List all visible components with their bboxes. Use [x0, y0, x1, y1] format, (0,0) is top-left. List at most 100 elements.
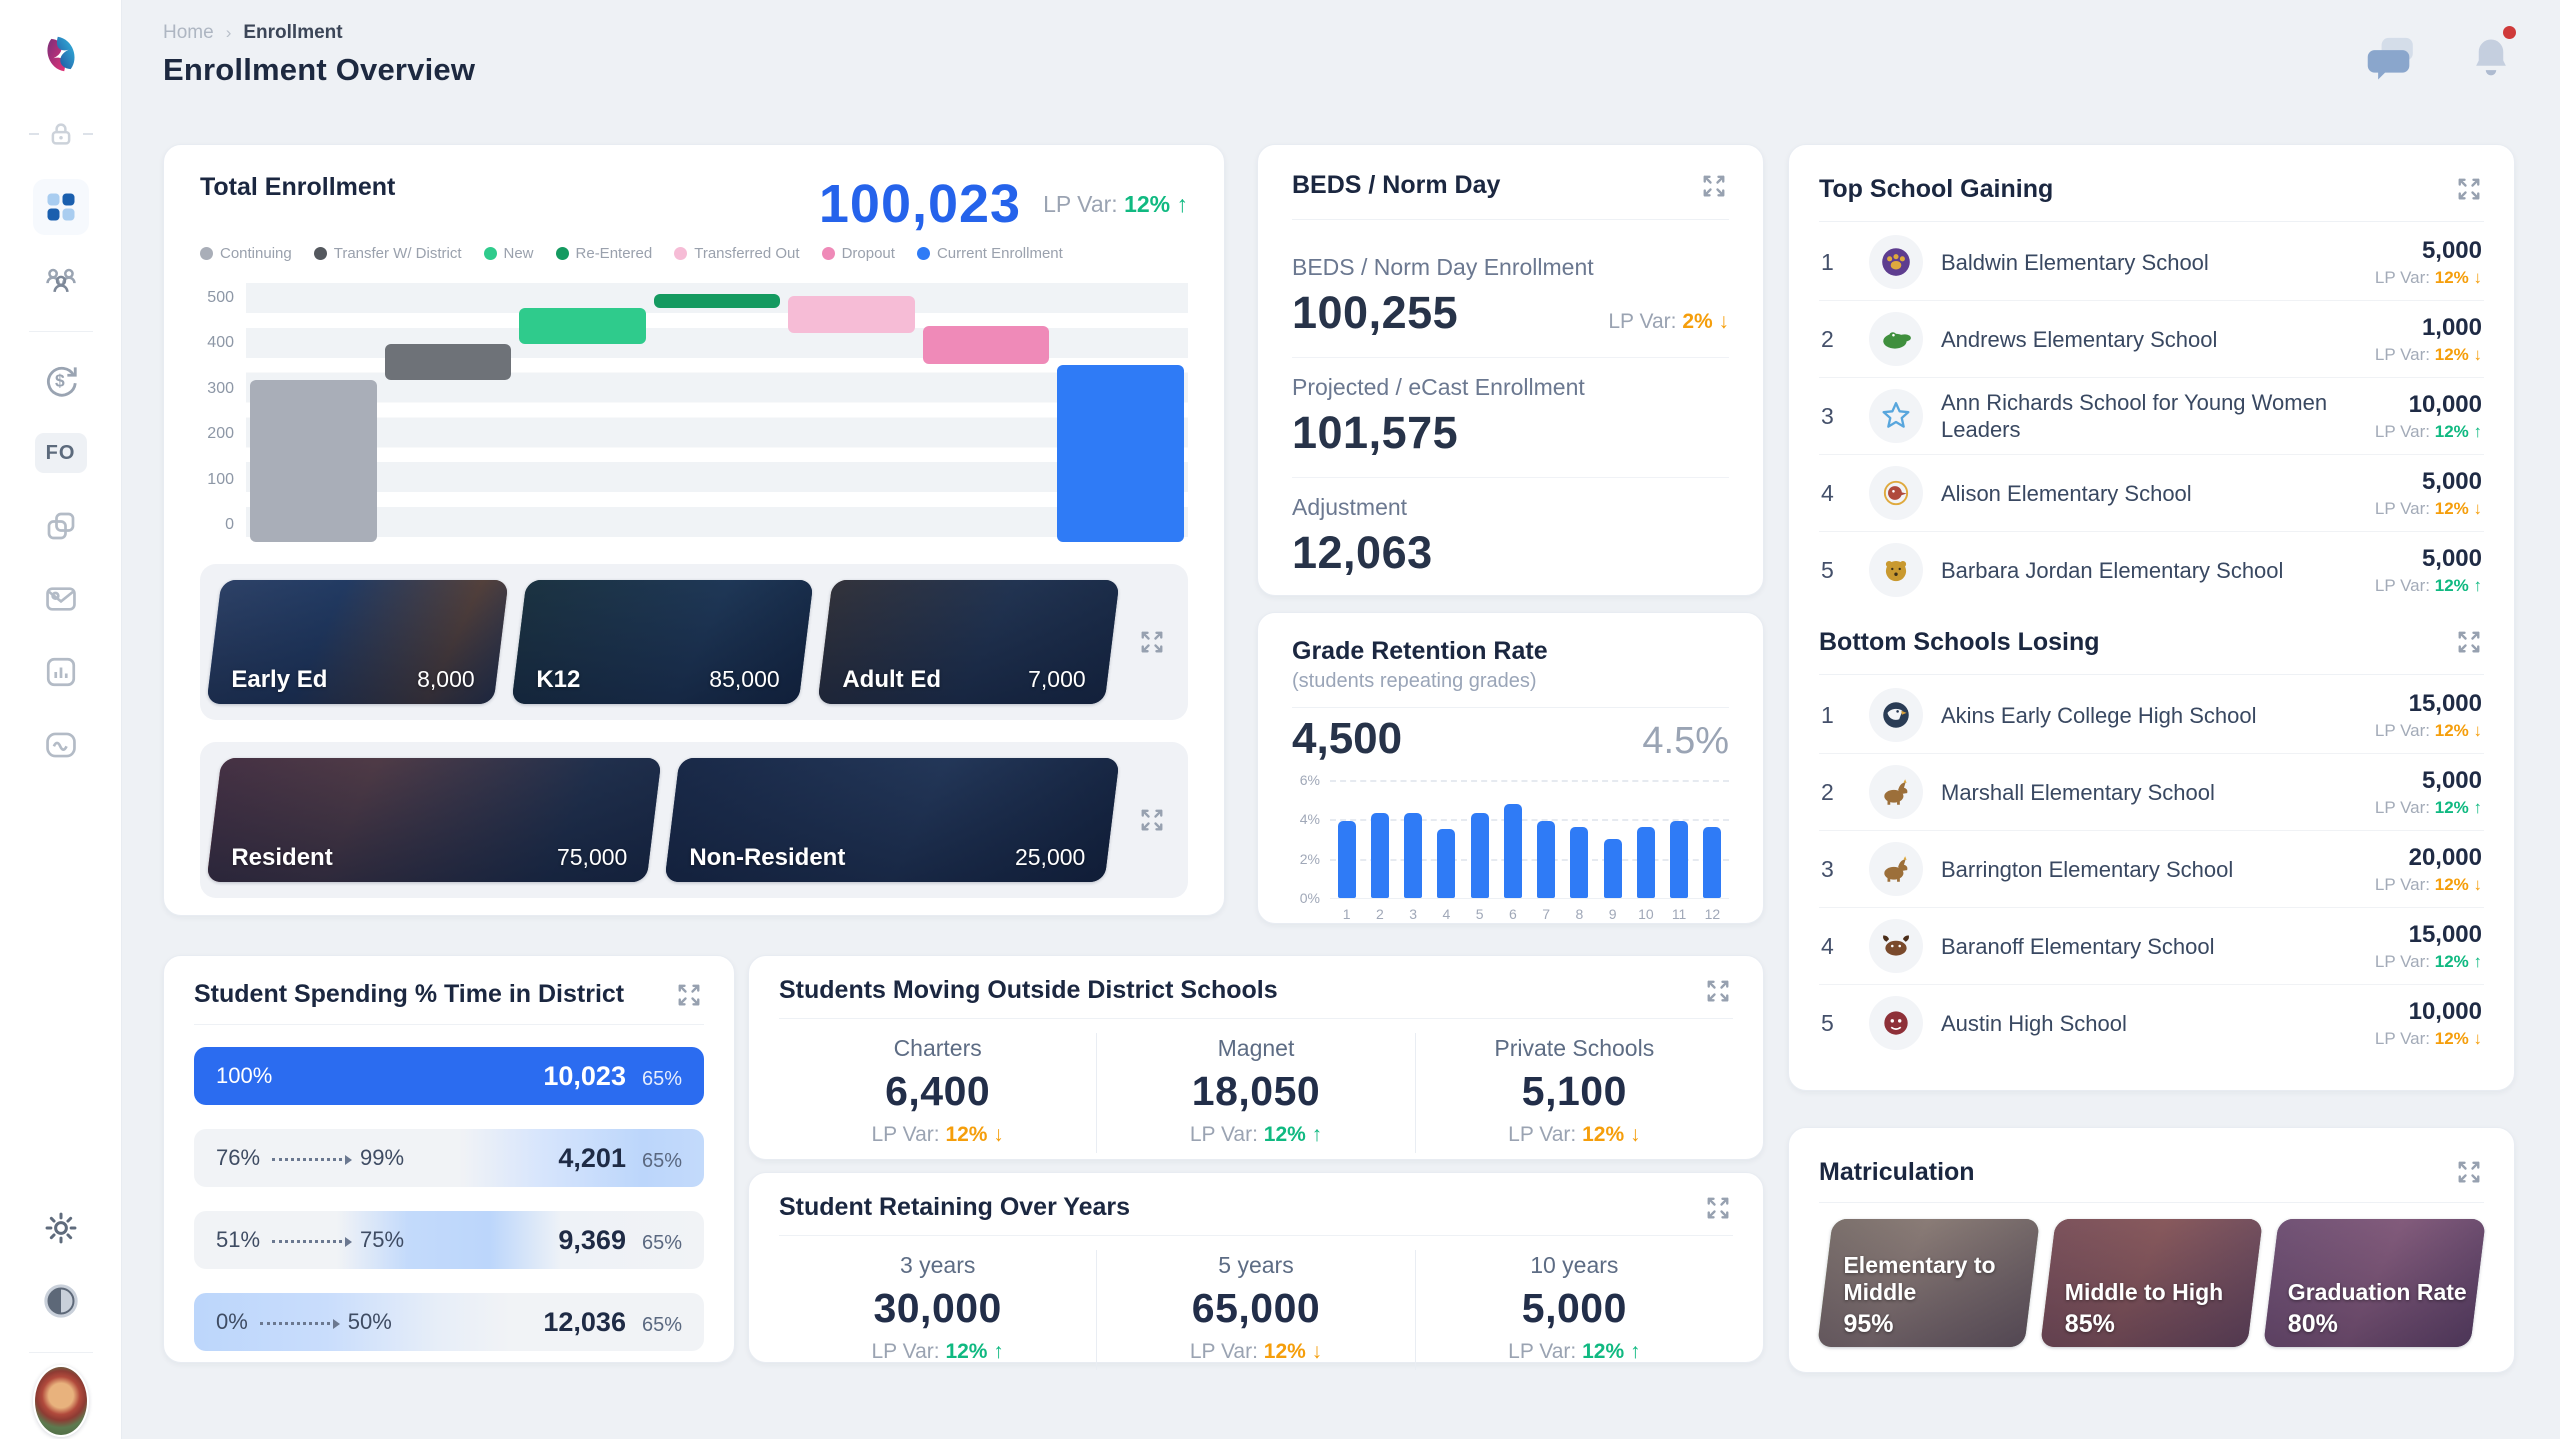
x-axis-tick: 5 — [1465, 906, 1495, 922]
expand-icon[interactable] — [1699, 171, 1729, 201]
lp-var-value: 12% ↑ — [1124, 191, 1188, 217]
grade-retention-title: Grade Retention Rate — [1292, 637, 1729, 666]
stat-value: 65,000 — [1097, 1285, 1414, 1332]
sidebar-item-fo[interactable]: FO — [33, 425, 89, 481]
school-name: Baranoff Elementary School — [1941, 933, 2357, 960]
sidebar-item-trends[interactable] — [33, 717, 89, 773]
matric-tile-elementary-to-middle[interactable]: Elementary to Middle 95% — [1817, 1219, 2040, 1347]
school-lp-var: LP Var: 12% ↑ — [2375, 798, 2482, 818]
avatar-photo — [33, 1365, 89, 1437]
school-row[interactable]: 5 Austin High School 10,000 LP Var: 12% … — [1819, 985, 2484, 1061]
school-row[interactable]: 4 Baranoff Elementary School 15,000 LP V… — [1819, 908, 2484, 985]
school-mascot-bull-icon — [1869, 919, 1923, 973]
sidebar-item-reports[interactable] — [33, 644, 89, 700]
bottom-schools-losing-title: Bottom Schools Losing — [1819, 628, 2100, 657]
school-name: Barrington Elementary School — [1941, 856, 2357, 883]
school-row[interactable]: 4 Alison Elementary School 5,000 LP Var:… — [1819, 455, 2484, 532]
waterfall-bar-new — [519, 308, 646, 344]
school-row[interactable]: 3 Ann Richards School for Young Women Le… — [1819, 378, 2484, 455]
spending-bar-100: 100% 10,023 65% — [194, 1047, 704, 1105]
students-moving-title: Students Moving Outside District Schools — [779, 976, 1278, 1005]
user-avatar[interactable] — [33, 1373, 89, 1429]
school-name: Ann Richards School for Young Women Lead… — [1941, 389, 2357, 443]
waterfall-bar-continuing — [250, 380, 377, 542]
y-axis-tick: 0% — [1300, 890, 1320, 906]
school-rank: 1 — [1821, 702, 1851, 729]
tile-label: Graduation Rate — [2288, 1279, 2467, 1306]
matric-tile-graduation-rate[interactable]: Graduation Rate 80% — [2263, 1219, 2486, 1347]
app-logo[interactable] — [33, 26, 89, 82]
expand-icon[interactable] — [1703, 976, 1733, 1006]
total-enrollment-value: 100,023 — [819, 173, 1021, 235]
chevron-right-icon: › — [226, 23, 232, 43]
school-row[interactable]: 3 Barrington Elementary School 20,000 LP… — [1819, 831, 2484, 908]
school-lp-var: LP Var: 12% ↓ — [2375, 721, 2482, 741]
stat-lp-var: LP Var: 12% ↑ — [1416, 1340, 1733, 1364]
tile-label: Resident — [231, 844, 332, 872]
legend-item: Transfer W/ District — [314, 245, 462, 262]
expand-icon[interactable] — [2454, 627, 2484, 657]
metric-label: Adjustment — [1292, 494, 1729, 521]
retention-bar-grade-2 — [1371, 813, 1389, 898]
waterfall-plot — [246, 278, 1188, 542]
sidebar-item-theme-toggle[interactable] — [33, 1273, 89, 1329]
retention-bar-grade-4 — [1437, 829, 1455, 898]
bell-icon — [2470, 34, 2512, 80]
sidebar-item-finance[interactable]: $ — [33, 352, 89, 408]
tile-value: 8,000 — [417, 666, 475, 693]
matric-tile-middle-to-high[interactable]: Middle to High 85% — [2040, 1219, 2263, 1347]
x-axis-tick: 1 — [1332, 906, 1362, 922]
x-axis-tick: 2 — [1365, 906, 1395, 922]
school-row[interactable]: 5 Barbara Jordan Elementary School 5,000… — [1819, 532, 2484, 608]
expand-icon[interactable] — [2454, 1157, 2484, 1187]
page-title: Enrollment Overview — [163, 52, 475, 88]
tile-adult-ed[interactable]: Adult Ed 7,000 — [817, 580, 1120, 704]
tile-non-resident[interactable]: Non-Resident 25,000 — [664, 758, 1119, 882]
school-row[interactable]: 1 Baldwin Elementary School 5,000 LP Var… — [1819, 224, 2484, 301]
student-retaining-title: Student Retaining Over Years — [779, 1193, 1130, 1222]
retention-y-axis: 0%2%4%6% — [1292, 780, 1330, 922]
matriculation-tiles: Elementary to Middle 95% Middle to High … — [1819, 1219, 2484, 1347]
school-lp-var: LP Var: 12% ↓ — [2375, 875, 2482, 895]
school-rank: 3 — [1821, 856, 1851, 883]
trend-icon — [42, 726, 80, 764]
tile-resident[interactable]: Resident 75,000 — [206, 758, 661, 882]
metric-label: BEDS / Norm Day Enrollment — [1292, 254, 1729, 281]
expand-icon[interactable] — [674, 980, 704, 1010]
sidebar-item-settings[interactable] — [33, 1200, 89, 1256]
moving-stats: Charters 6,400 LP Var: 12% ↓ Magnet 18,0… — [779, 1033, 1733, 1153]
legend-dot-icon — [484, 247, 497, 260]
sidebar-item-pages[interactable] — [33, 498, 89, 554]
sidebar-item-locked[interactable] — [33, 106, 89, 162]
school-lp-var: LP Var: 12% ↑ — [2375, 952, 2482, 972]
tile-label: Adult Ed — [842, 666, 941, 694]
sidebar-item-people[interactable] — [33, 252, 89, 308]
expand-icon[interactable] — [1130, 627, 1174, 657]
app-root: $ FO — [0, 0, 2560, 1439]
retention-bar-grade-5 — [1471, 813, 1489, 898]
sidebar-item-mail[interactable] — [33, 571, 89, 627]
school-value: 5,000 — [2375, 468, 2482, 496]
y-axis-tick: 500 — [207, 289, 234, 307]
breadcrumb-home[interactable]: Home — [163, 22, 214, 44]
expand-icon[interactable] — [2454, 174, 2484, 204]
bar-chart-icon — [43, 654, 79, 690]
stat-lp-var: LP Var: 12% ↓ — [779, 1123, 1096, 1147]
expand-icon[interactable] — [1703, 1193, 1733, 1223]
expand-icon[interactable] — [1130, 805, 1174, 835]
stat-label: Magnet — [1097, 1035, 1414, 1062]
tile-early-ed[interactable]: Early Ed 8,000 — [206, 580, 509, 704]
school-mascot-horse-icon — [1869, 842, 1923, 896]
spending-value: 10,023 — [543, 1061, 626, 1092]
school-row[interactable]: 2 Marshall Elementary School 5,000 LP Va… — [1819, 754, 2484, 831]
notifications-button[interactable] — [2470, 34, 2512, 85]
y-axis-tick: 4% — [1300, 811, 1320, 827]
stat-column-10-years: 10 years 5,000 LP Var: 12% ↑ — [1416, 1250, 1733, 1370]
school-row[interactable]: 1 Akins Early College High School 15,000… — [1819, 677, 2484, 754]
school-row[interactable]: 2 Andrews Elementary School 1,000 LP Var… — [1819, 301, 2484, 378]
tile-k12[interactable]: K12 85,000 — [512, 580, 815, 704]
sidebar-item-dashboard[interactable] — [33, 179, 89, 235]
messages-button[interactable] — [2366, 34, 2418, 85]
school-value: 15,000 — [2375, 921, 2482, 949]
stat-value: 5,100 — [1416, 1068, 1733, 1115]
